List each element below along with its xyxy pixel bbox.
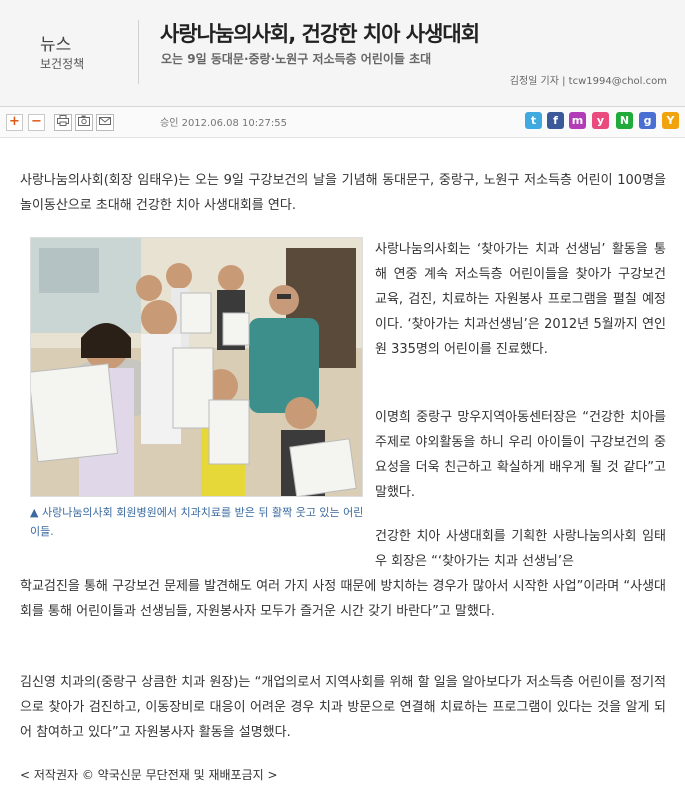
photo-caption: ▲ 사랑나눔의사회 회원병원에서 치과치료를 받은 뒤 활짝 웃고 있는 어린이… [30, 506, 364, 538]
article-subtitle: 오는 9일 동대문·중랑·노원구 저소득층 어린이들 초대 [161, 52, 432, 66]
mail-icon[interactable] [96, 114, 114, 131]
article-paragraph-3: 이명희 중랑구 망우지역아동센터장은 “건강한 치아를 주제로 야외활동을 하니… [375, 410, 666, 500]
google-icon[interactable]: g [639, 112, 656, 129]
article-byline[interactable]: 김정일 기자 | tcw1994@chol.com [510, 72, 667, 87]
font-increase-button[interactable]: + [6, 114, 23, 131]
twitter-icon[interactable]: t [525, 112, 542, 129]
copyright-notice: < 저작권자 © 약국신문 무단전재 및 재배포금지 > [20, 768, 278, 782]
yahoo-icon[interactable]: Y [662, 112, 679, 129]
print-icon-glyph [57, 115, 69, 126]
yozm-icon[interactable]: y [592, 112, 609, 129]
print-icon[interactable] [54, 114, 72, 131]
article-photo[interactable] [27, 237, 363, 498]
camera-icon-glyph [78, 115, 90, 126]
font-decrease-button[interactable]: − [28, 114, 45, 131]
facebook-icon[interactable]: f [547, 112, 564, 129]
camera-icon[interactable] [75, 114, 93, 131]
approved-date: 승인 2012.06.08 10:27:55 [160, 118, 287, 129]
article-paragraph-4-top: 건강한 치아 사생대회를 기획한 사랑나눔의사회 임태우 회장은 “‘찾아가는 … [375, 529, 666, 569]
me2day-icon[interactable]: m [569, 112, 586, 129]
naver-icon[interactable]: N [616, 112, 633, 129]
mail-icon-glyph [99, 117, 111, 125]
article-paragraph-2: 사랑나눔의사회는 ‘찾아가는 치과 선생님’ 활동을 통해 연중 계속 저소득층… [375, 242, 666, 357]
article-lead-paragraph: 사랑나눔의사회(회장 임태우)는 오는 9일 구강보건의 날을 기념해 동대문구… [20, 173, 666, 213]
section-label-policy[interactable]: 보건정책 [40, 55, 84, 72]
article-paragraph-4-rest: 학교검진을 통해 구강보건 문제를 발견해도 여러 가지 사정 때문에 방치하는… [20, 579, 666, 619]
section-label-news[interactable]: 뉴스 [40, 30, 71, 55]
header-divider [138, 20, 139, 84]
article-header: 뉴스 보건정책 사랑나눔의사회, 건강한 치아 사생대회 오는 9일 동대문·중… [0, 0, 685, 107]
photo-children-with-dentist [27, 238, 362, 498]
article-paragraph-5: 김신영 치과의(중랑구 상큼한 치과 원장)는 “개업의로서 지역사회를 위해 … [20, 675, 666, 740]
article-title: 사랑나눔의사회, 건강한 치아 사생대회 [160, 22, 480, 46]
